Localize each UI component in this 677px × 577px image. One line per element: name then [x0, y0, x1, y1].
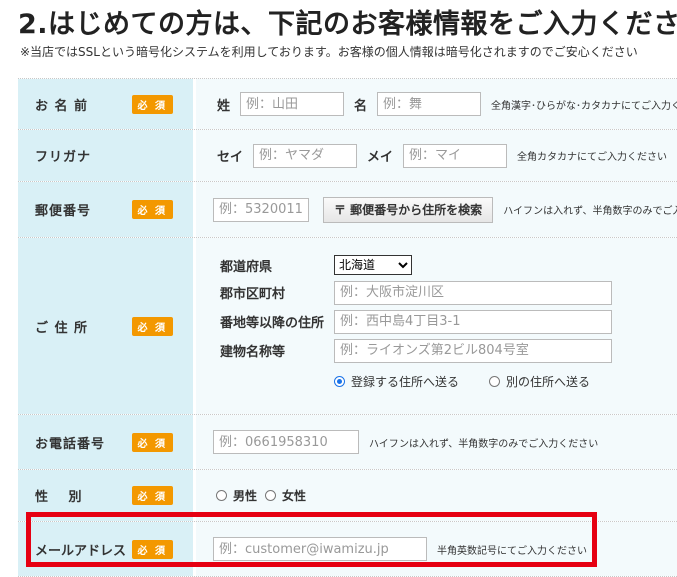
- email-input[interactable]: [213, 537, 427, 561]
- phone-input[interactable]: [213, 430, 359, 454]
- postal-input-cell: 〒 郵便番号から住所を検索 ハイフンは入れず、半角数字のみでご入力ください: [196, 182, 677, 237]
- address-input-cell: 都道府県 北海道 郡市区町村 番地等以降の住所 建物名称等: [196, 238, 677, 414]
- required-badge: 必 須: [131, 200, 173, 219]
- required-badge: 必 須: [131, 94, 173, 114]
- required-badge: 必 須: [131, 316, 173, 336]
- mei-input[interactable]: [403, 143, 508, 168]
- street-label: 番地等以降の住所: [220, 316, 325, 331]
- male-label: 男性: [233, 489, 258, 503]
- required-badge: 必 須: [131, 432, 173, 452]
- postal-row: 郵便番号 必 須 〒 郵便番号から住所を検索 ハイフンは入れず、半角数字のみでご…: [18, 181, 677, 237]
- mei-label: メイ: [367, 150, 394, 165]
- email-row: メールアドレス 必 須 半角英数記号にてご入力ください: [18, 521, 677, 577]
- shipping-radio-group: 登録する住所へ送る 別の住所へ送る: [220, 373, 612, 390]
- name-row: お 名 前 必 須 姓 名 全角漢字･ひらがな･カタカナにてご入力ください: [18, 78, 677, 129]
- email-hint: 半角英数記号にてご入力ください: [437, 545, 587, 557]
- furigana-row: フリガナ セイ メイ 全角カタカナにてご入力ください: [18, 129, 677, 181]
- sei-input[interactable]: [253, 143, 358, 168]
- name-label-cell: お 名 前 必 須: [18, 79, 196, 129]
- building-label: 建物名称等: [220, 345, 286, 360]
- address-label-cell: ご 住 所 必 須: [18, 238, 196, 414]
- ship-registered-label: 登録する住所へ送る: [351, 375, 460, 389]
- name-label: お 名 前: [35, 98, 89, 114]
- phone-input-cell: ハイフンは入れず、半角数字のみでご入力ください: [196, 415, 677, 469]
- address-fields: 都道府県 北海道 郡市区町村 番地等以降の住所 建物名称等: [220, 238, 612, 390]
- required-badge: 必 須: [131, 539, 173, 559]
- furigana-label: フリガナ: [35, 150, 92, 165]
- email-label: メールアドレス: [35, 543, 127, 559]
- gender-row: 性 別 必 須 男性 女性: [18, 469, 677, 521]
- prefecture-label: 都道府県: [220, 259, 273, 275]
- required-badge: 必 須: [131, 486, 173, 505]
- prefecture-select[interactable]: 北海道: [334, 255, 412, 275]
- prefecture-row: 都道府県 北海道: [220, 252, 612, 278]
- postal-label: 郵便番号: [35, 204, 92, 219]
- postal-label-cell: 郵便番号 必 須: [18, 182, 196, 237]
- female-label: 女性: [282, 489, 307, 503]
- customer-form: お 名 前 必 須 姓 名 全角漢字･ひらがな･カタカナにてご入力ください フリ…: [18, 78, 677, 577]
- phone-label: お電話番号: [35, 436, 106, 452]
- first-name-input[interactable]: [377, 92, 482, 116]
- male-radio[interactable]: [216, 490, 227, 501]
- female-radio[interactable]: [265, 490, 277, 501]
- phone-label-cell: お電話番号 必 須: [18, 415, 196, 469]
- furigana-input-cell: セイ メイ 全角カタカナにてご入力ください: [196, 130, 677, 181]
- email-label-cell: メールアドレス 必 須: [18, 522, 196, 576]
- postal-code-input[interactable]: [213, 197, 309, 222]
- page-title: 2.はじめての方は、下記のお客様情報をご入力ください: [18, 9, 677, 40]
- street-input[interactable]: [334, 309, 612, 334]
- phone-hint: ハイフンは入れず、半角数字のみでご入力ください: [369, 438, 599, 450]
- furigana-label-cell: フリガナ: [18, 130, 196, 181]
- address-label: ご 住 所: [35, 320, 89, 336]
- postal-search-button[interactable]: 〒 郵便番号から住所を検索: [323, 196, 494, 223]
- city-input[interactable]: [334, 280, 612, 305]
- building-row: 建物名称等: [220, 336, 612, 365]
- phone-row: お電話番号 必 須 ハイフンは入れず、半角数字のみでご入力ください: [18, 414, 677, 469]
- city-row: 郡市区町村: [220, 278, 612, 307]
- last-name-input[interactable]: [240, 92, 345, 116]
- name-input-cell: 姓 名 全角漢字･ひらがな･カタカナにてご入力ください: [196, 79, 677, 129]
- address-row: ご 住 所 必 須 都道府県 北海道 郡市区町村 番地等以降の住所: [18, 237, 677, 414]
- street-row: 番地等以降の住所: [220, 307, 612, 336]
- ssl-notice: ※当店ではSSLという暗号化システムを利用しております。お客様の個人情報は暗号化…: [20, 45, 638, 59]
- last-name-label: 姓: [217, 98, 231, 114]
- name-hint: 全角漢字･ひらがな･カタカナにてご入力ください: [491, 100, 677, 112]
- postal-hint: ハイフンは入れず、半角数字のみでご入力ください: [503, 206, 677, 217]
- furigana-hint: 全角カタカナにてご入力ください: [517, 152, 668, 163]
- first-name-label: 名: [354, 98, 368, 114]
- gender-label: 性 別: [35, 490, 83, 505]
- city-label: 郡市区町村: [220, 287, 286, 302]
- sei-label: セイ: [217, 150, 244, 165]
- email-input-cell: 半角英数記号にてご入力ください: [196, 522, 677, 576]
- ship-other-radio[interactable]: [489, 376, 501, 387]
- building-input[interactable]: [334, 338, 612, 363]
- gender-label-cell: 性 別 必 須: [18, 470, 196, 521]
- ship-registered-radio[interactable]: [334, 376, 345, 387]
- ship-other-label: 別の住所へ送る: [506, 375, 591, 389]
- gender-input-cell: 男性 女性: [196, 470, 677, 521]
